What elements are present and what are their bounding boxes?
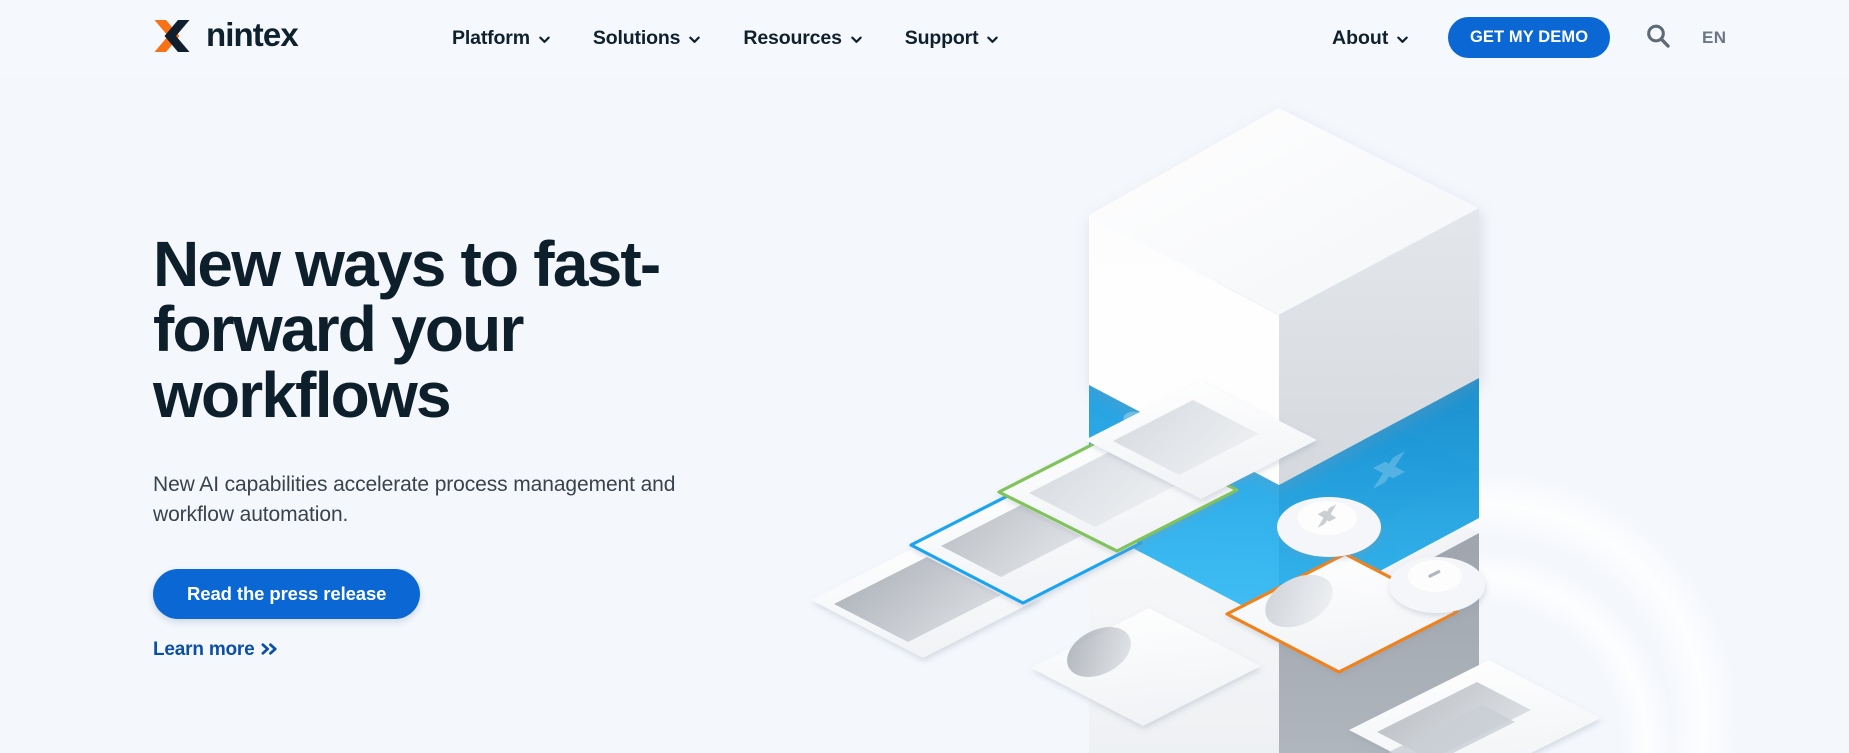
chevron-down-icon <box>986 33 999 46</box>
nav-label-about: About <box>1332 26 1389 49</box>
learn-more-label: Learn more <box>153 639 255 661</box>
nav-item-support[interactable]: Support <box>905 27 1000 50</box>
search-button[interactable] <box>1639 18 1677 56</box>
nav-item-platform[interactable]: Platform <box>452 27 551 50</box>
nintex-homepage-hero: nintex Platform Solutions Resources Supp… <box>0 0 1849 753</box>
nintex-x-logo-icon <box>153 17 193 55</box>
nav-item-about[interactable]: About <box>1332 0 1409 76</box>
nav-label-resources: Resources <box>743 26 842 49</box>
chevron-down-icon <box>850 33 863 46</box>
chevron-down-icon <box>688 33 701 46</box>
language-selector[interactable]: EN <box>1702 0 1726 76</box>
nav-label-support: Support <box>904 26 979 49</box>
hero-content: New ways to fast- forward your workflows… <box>153 231 753 661</box>
get-my-demo-button[interactable]: GET MY DEMO <box>1448 17 1611 58</box>
chevron-down-icon <box>1396 33 1409 46</box>
primary-navigation: Platform Solutions Resources Support <box>452 0 999 76</box>
hero-title: New ways to fast- forward your workflows <box>153 231 753 431</box>
hero-title-line-3: workflows <box>153 358 452 431</box>
site-header: nintex Platform Solutions Resources Supp… <box>0 0 1849 76</box>
nav-label-platform: Platform <box>452 26 530 49</box>
hero-illustration <box>789 0 1849 753</box>
hero-title-line-1: New ways to fast- <box>153 228 661 300</box>
nav-item-resources[interactable]: Resources <box>743 27 862 50</box>
search-icon <box>1645 23 1671 52</box>
double-chevron-right-icon <box>261 640 280 662</box>
brand-name: nintex <box>206 16 299 53</box>
chevron-down-icon <box>538 33 551 46</box>
brand-logo-link[interactable]: nintex <box>153 16 299 55</box>
hero-subtitle: New AI capabilities accelerate process m… <box>153 472 676 526</box>
read-press-release-button[interactable]: Read the press release <box>153 569 421 620</box>
learn-more-link[interactable]: Learn more <box>153 639 280 661</box>
hero-title-line-2: forward your <box>153 293 524 366</box>
nav-label-solutions: Solutions <box>592 26 681 49</box>
nav-item-solutions[interactable]: Solutions <box>593 27 701 50</box>
